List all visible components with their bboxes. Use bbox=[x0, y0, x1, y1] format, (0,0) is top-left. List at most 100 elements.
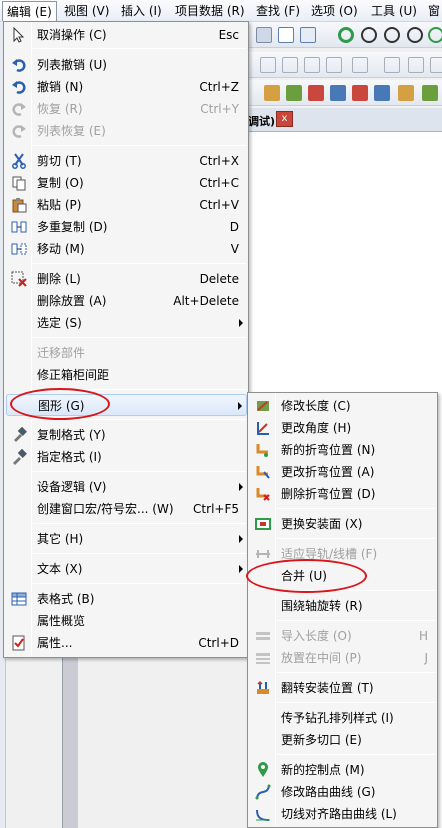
menu-bar: 编辑 (E) 视图 (V) 插入 (I) 项目数据 (R) 查找 (F) 选项 … bbox=[0, 0, 442, 22]
toolbar-row-2 bbox=[248, 52, 442, 78]
menu-item-migrate-parts[interactable]: 迁移部件 bbox=[6, 342, 247, 364]
menu-item-fix-cabinet-spacing[interactable]: 修正箱柜间距 bbox=[6, 364, 247, 386]
menu-item-place-center[interactable]: 放置在中间 (P) J bbox=[250, 647, 436, 669]
flip-mount-icon bbox=[257, 680, 269, 694]
menu-item-redo[interactable]: 恢复 (R) Ctrl+Y bbox=[6, 98, 247, 120]
menu-item-copy-format[interactable]: 复制格式 (Y) bbox=[6, 424, 247, 446]
menu-item-new-bend[interactable]: 新的折弯位置 (N) bbox=[250, 439, 436, 461]
menu-item-change-mount-face[interactable]: 更换安装面 (X) bbox=[250, 513, 436, 535]
menu-item-undo-list[interactable]: 列表撤销 (U) bbox=[6, 54, 247, 76]
menu-view[interactable]: 视图 (V) bbox=[64, 3, 109, 20]
menu-item-undo[interactable]: 撤销 (N) Ctrl+Z bbox=[6, 76, 247, 98]
menu-item-modify-length[interactable]: 修改长度 (C) bbox=[250, 395, 436, 417]
toolbar-graphic-icon[interactable] bbox=[330, 85, 346, 101]
menu-item-shortcut: Ctrl+X bbox=[199, 154, 239, 168]
menu-item-text[interactable]: 文本 (X) bbox=[6, 558, 247, 580]
menu-options[interactable]: 选项 (O) bbox=[311, 3, 358, 20]
menu-item-device-logic[interactable]: 设备逻辑 (V) bbox=[6, 476, 247, 498]
menu-item-label: 围绕轴旋转 (R) bbox=[281, 599, 363, 613]
toolbar-graphic-icon[interactable] bbox=[352, 85, 368, 101]
menu-item-move[interactable]: 移动 (M) V bbox=[6, 238, 247, 260]
menu-item-other[interactable]: 其它 (H) bbox=[6, 528, 247, 550]
toolbar-graphic-icon[interactable] bbox=[374, 85, 390, 101]
menu-item-shortcut: Ctrl+C bbox=[199, 176, 239, 190]
cursor-icon bbox=[13, 27, 25, 43]
toolbar-zoom-window-icon[interactable] bbox=[361, 27, 377, 43]
menu-item-label: 列表恢复 (E) bbox=[37, 124, 106, 138]
menu-item-paste[interactable]: 粘贴 (P) Ctrl+V bbox=[6, 194, 247, 216]
graphics-submenu: 修改长度 (C) 更改角度 (H) 新的折弯位置 (N) 更改折弯位置 (A) … bbox=[247, 392, 438, 828]
copy-icon bbox=[12, 176, 26, 191]
menu-item-property-overview[interactable]: 属性概览 bbox=[6, 610, 247, 632]
menu-item-label: 指定格式 (I) bbox=[37, 450, 102, 464]
menu-item-cut[interactable]: 剪切 (T) Ctrl+X bbox=[6, 150, 247, 172]
menu-separator bbox=[277, 508, 435, 509]
menu-item-transfer-drill-pattern[interactable]: 传予钻孔排列样式 (I) bbox=[250, 707, 436, 729]
move-icon bbox=[11, 243, 27, 255]
menu-edit[interactable]: 编辑 (E) bbox=[2, 1, 57, 21]
toolbar-graphic-icon[interactable] bbox=[308, 85, 324, 101]
menu-project-data[interactable]: 项目数据 (R) bbox=[175, 3, 245, 20]
menu-separator bbox=[33, 471, 246, 472]
toolbar-graphic-icon[interactable] bbox=[422, 85, 438, 101]
scrollbar-strip[interactable] bbox=[62, 656, 78, 828]
menu-item-label: 属性概览 bbox=[37, 614, 86, 628]
menu-item-label: 表格式 (B) bbox=[37, 592, 95, 606]
menu-item-redo-list[interactable]: 列表恢复 (E) bbox=[6, 120, 247, 142]
menu-item-change-angle[interactable]: 更改角度 (H) bbox=[250, 417, 436, 439]
menu-find[interactable]: 查找 (F) bbox=[256, 3, 300, 20]
delete-bend-icon bbox=[256, 488, 270, 501]
menu-item-label: 撤销 (N) bbox=[37, 80, 84, 94]
menu-item-create-macro[interactable]: 创建窗口宏/符号宏... (W) Ctrl+F5 bbox=[6, 498, 247, 520]
multi-copy-icon bbox=[11, 221, 27, 233]
menu-item-merge[interactable]: 合并 (U) bbox=[250, 565, 436, 587]
toolbar-disabled-icon bbox=[326, 57, 342, 73]
menu-item-properties[interactable]: 属性... Ctrl+D bbox=[6, 632, 247, 654]
route-curve-icon bbox=[255, 784, 271, 800]
menu-separator bbox=[277, 672, 435, 673]
menu-tools[interactable]: 工具 (U) bbox=[371, 3, 417, 20]
tab-close-button[interactable]: x bbox=[276, 111, 293, 127]
menu-item-delete-placement[interactable]: 删除放置 (A) Alt+Delete bbox=[6, 290, 247, 312]
toolbar-disabled-icon bbox=[282, 57, 298, 73]
menu-separator bbox=[33, 553, 246, 554]
menu-item-update-multicut[interactable]: 更新多切口 (E) bbox=[250, 729, 436, 751]
menu-item-graphics[interactable]: 图形 (G) bbox=[6, 394, 247, 416]
menu-window[interactable]: 窗 bbox=[428, 3, 440, 20]
zoom-100-icon[interactable] bbox=[428, 27, 442, 43]
menu-item-modify-route-curve[interactable]: 修改路由曲线 (G) bbox=[250, 781, 436, 803]
menu-separator bbox=[33, 337, 246, 338]
menu-item-cancel[interactable]: 取消操作 (C) Esc bbox=[6, 24, 247, 46]
menu-item-rotate-axis[interactable]: 围绕轴旋转 (R) bbox=[250, 595, 436, 617]
toolbar-table-icon[interactable] bbox=[300, 27, 316, 43]
menu-item-label: 修改长度 (C) bbox=[281, 399, 351, 413]
menu-item-label: 文本 (X) bbox=[37, 562, 83, 576]
menu-item-apply-format[interactable]: 指定格式 (I) bbox=[6, 446, 247, 468]
zoom-out-icon[interactable] bbox=[407, 27, 423, 43]
menu-item-copy[interactable]: 复制 (O) Ctrl+C bbox=[6, 172, 247, 194]
menu-item-new-control-point[interactable]: 新的控制点 (M) bbox=[250, 759, 436, 781]
toolbar-grid-icon[interactable] bbox=[256, 27, 272, 43]
toolbar-graphic-icon[interactable] bbox=[398, 85, 414, 101]
menu-item-delete[interactable]: 删除 (L) Delete bbox=[6, 268, 247, 290]
zoom-in-icon[interactable] bbox=[384, 27, 400, 43]
toolbar-graphic-icon[interactable] bbox=[264, 85, 280, 101]
toolbar-refresh-icon[interactable] bbox=[338, 27, 354, 43]
toolbar-graphic-icon[interactable] bbox=[286, 85, 302, 101]
menu-item-tangent-align[interactable]: 切线对齐路由曲线 (L) bbox=[250, 803, 436, 825]
menu-item-select[interactable]: 选定 (S) bbox=[6, 312, 247, 334]
menu-item-multi-copy[interactable]: 多重复制 (D) D bbox=[6, 216, 247, 238]
menu-item-flip-mount[interactable]: 翻转安装位置 (T) bbox=[250, 677, 436, 699]
menu-insert[interactable]: 插入 (I) bbox=[121, 3, 162, 20]
menu-item-label: 删除放置 (A) bbox=[37, 294, 107, 308]
menu-item-fit-rail[interactable]: 适应导轨/线槽 (F) bbox=[250, 543, 436, 565]
menu-item-import-length[interactable]: 导入长度 (O) H bbox=[250, 625, 436, 647]
delete-icon bbox=[11, 271, 27, 287]
menu-item-shortcut: V bbox=[230, 242, 239, 256]
menu-item-delete-bend[interactable]: 删除折弯位置 (D) bbox=[250, 483, 436, 505]
document-tab-title[interactable]: 调试) bbox=[248, 113, 275, 129]
toolbar-check-icon[interactable] bbox=[278, 27, 294, 43]
menu-item-table-format[interactable]: 表格式 (B) bbox=[6, 588, 247, 610]
menu-item-label: 复制格式 (Y) bbox=[37, 428, 106, 442]
menu-item-change-bend[interactable]: 更改折弯位置 (A) bbox=[250, 461, 436, 483]
